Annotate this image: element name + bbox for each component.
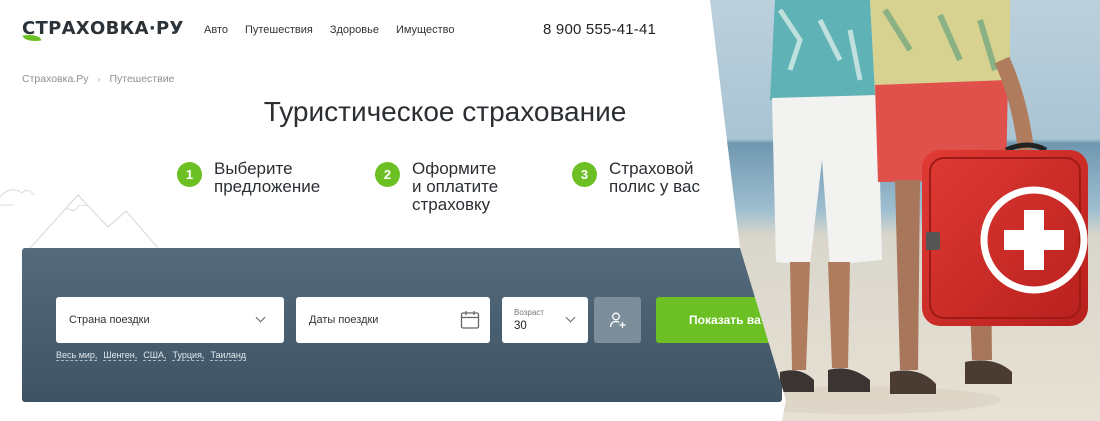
quick-country-schengen[interactable]: Шенген,: [103, 350, 138, 361]
nav-item-auto[interactable]: Авто: [204, 24, 228, 36]
step-number: 3: [572, 162, 597, 187]
step-number: 2: [375, 162, 400, 187]
country-placeholder: Страна поездки: [69, 314, 150, 326]
nav-item-health[interactable]: Здоровье: [330, 24, 379, 36]
quick-country-turkey[interactable]: Турция,: [172, 350, 205, 361]
step-2: 2 Оформите и оплатите страховку: [375, 160, 498, 214]
breadcrumb-separator: ›: [97, 74, 101, 84]
search-panel: Страна поездки Даты поездки Возраст 30 П…: [22, 248, 816, 402]
phone-number[interactable]: 8 900 555-41-41: [543, 21, 656, 38]
country-select[interactable]: Страна поездки: [56, 297, 284, 343]
age-value: 30: [514, 320, 527, 332]
site-logo[interactable]: СТРАХОВКА·РУ: [22, 18, 184, 44]
mountains-decoration: [0, 189, 159, 249]
breadcrumb-home[interactable]: Страховка.Ру: [22, 73, 88, 85]
quick-country-thailand[interactable]: Таиланд: [210, 350, 247, 361]
add-user-icon: [609, 312, 625, 328]
age-select[interactable]: Возраст 30: [502, 297, 588, 343]
calendar-icon: [460, 311, 480, 329]
step-1: 1 Выберите предложение: [177, 160, 320, 196]
nav-item-travel[interactable]: Путешествия: [245, 24, 313, 36]
add-traveler-button[interactable]: [594, 297, 641, 343]
quick-countries: Весь мир, Шенген, США, Турция, Таиланд: [56, 350, 247, 361]
dates-placeholder: Даты поездки: [309, 314, 379, 326]
step-3: 3 Страховой полис у вас: [572, 160, 700, 196]
dates-picker[interactable]: Даты поездки: [296, 297, 490, 343]
quick-country-world[interactable]: Весь мир,: [56, 350, 98, 361]
chevron-down-icon: [565, 312, 576, 323]
step-text: Выберите предложение: [214, 159, 321, 196]
step-text: Оформите и оплатите страховку: [412, 159, 499, 214]
step-text: Страховой полис у вас: [609, 159, 700, 196]
quick-country-usa[interactable]: США,: [143, 350, 167, 361]
main-nav: Авто Путешествия Здоровье Имущество: [204, 24, 471, 36]
logo-text: СТРАХОВКА·РУ: [22, 18, 184, 39]
age-label: Возраст: [514, 308, 544, 317]
breadcrumb-current: Путешествие: [109, 73, 175, 85]
nav-item-property[interactable]: Имущество: [396, 24, 455, 36]
chevron-down-icon: [255, 312, 266, 323]
breadcrumb: Страховка.Ру › Путешествие: [22, 73, 174, 85]
step-number: 1: [177, 162, 202, 187]
